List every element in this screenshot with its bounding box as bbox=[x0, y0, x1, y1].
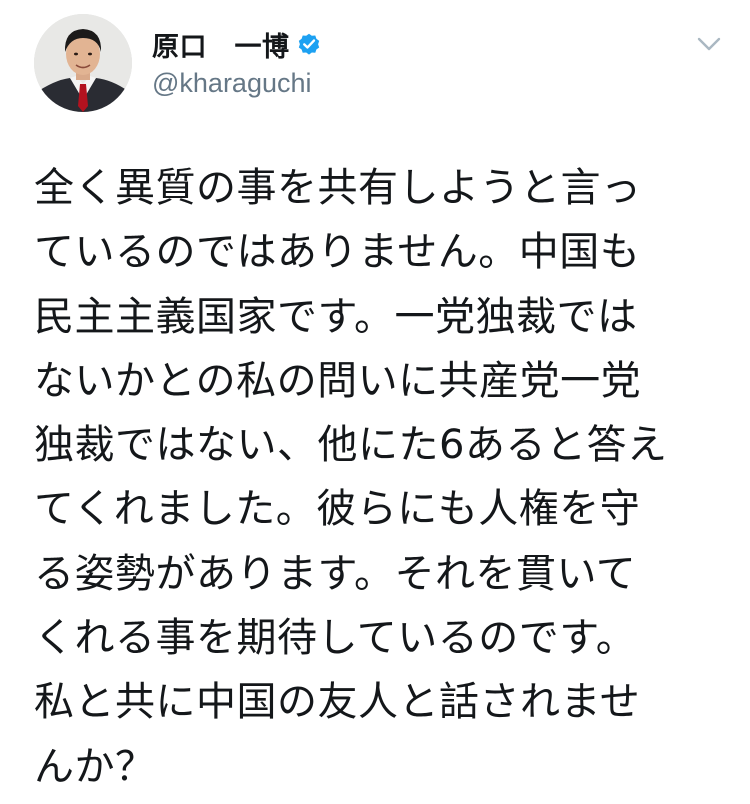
tweet-header: 原口 一博 @kharaguchi bbox=[0, 0, 750, 130]
tweet-text-line: る姿勢があります。それを貫いて bbox=[34, 550, 637, 597]
tweet-text: 全く異質の事を共有しようと言っ ているのではありません。中国も 民主主義国家です… bbox=[34, 156, 734, 799]
author-block: 原口 一博 @kharaguchi bbox=[152, 26, 322, 99]
tweet-text-line: 独裁ではない、他にた6あると答え bbox=[34, 422, 668, 469]
name-row: 原口 一博 bbox=[152, 25, 322, 64]
chevron-down-icon[interactable] bbox=[697, 36, 721, 52]
tweet-text-line: くれる事を期待しているのです。 bbox=[34, 615, 637, 662]
tweet-text-line: てくれました。彼らにも人権を守 bbox=[34, 486, 641, 533]
avatar-photo bbox=[34, 14, 132, 112]
avatar[interactable] bbox=[34, 14, 132, 112]
tweet-text-line: 私と共に中国の友人と話されませ bbox=[34, 679, 641, 726]
tweet-card: 原口 一博 @kharaguchi 全く異質の事を共有しようと言っ ているのでは… bbox=[0, 0, 750, 804]
tweet-text-line: ないかとの私の問いに共産党一党 bbox=[34, 357, 642, 404]
author-display-name[interactable]: 原口 一博 bbox=[152, 25, 290, 64]
tweet-text-line: ているのではありません。中国も bbox=[34, 229, 641, 276]
tweet-text-line: 全く異質の事を共有しようと言っ bbox=[34, 165, 642, 211]
tweet-text-line: んか？ bbox=[34, 743, 156, 790]
author-handle[interactable]: @kharaguchi bbox=[152, 68, 322, 99]
verified-badge-icon bbox=[296, 31, 322, 57]
tweet-text-line: 民主主義国家です。一党独裁では bbox=[34, 293, 638, 340]
